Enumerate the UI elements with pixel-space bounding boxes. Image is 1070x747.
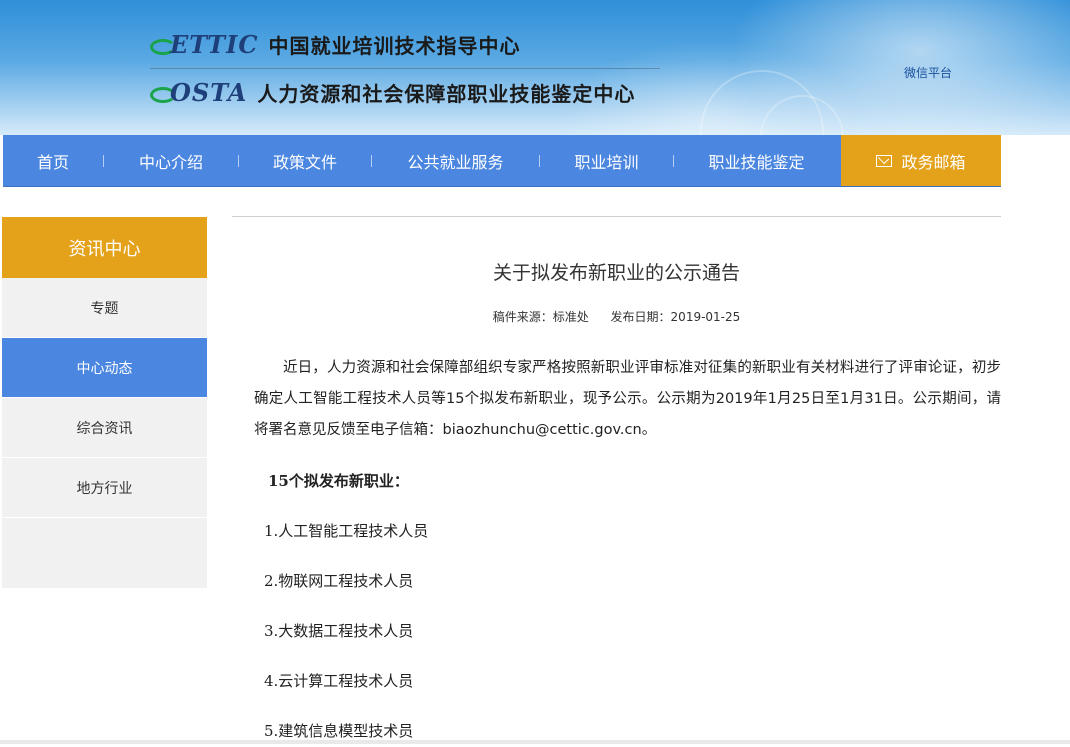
cettic-logo-mark: ETTIC — [150, 30, 258, 59]
osta-logo[interactable]: OSTA 人力资源和社会保障部职业技能鉴定中心 — [150, 78, 635, 107]
nav-home[interactable]: 首页 — [3, 149, 103, 173]
list-item: 1.人工智能工程技术人员 — [264, 522, 429, 540]
list-heading: 15个拟发布新职业： — [268, 472, 409, 490]
cettic-logo-title: 中国就业培训技术指导中心 — [268, 34, 521, 58]
nav-about[interactable]: 中心介绍 — [104, 149, 238, 173]
site-header: ETTIC 中国就业培训技术指导中心 OSTA 人力资源和社会保障部职业技能鉴定… — [0, 0, 1070, 135]
nav-employment-service[interactable]: 公共就业服务 — [372, 149, 539, 173]
logo-divider — [150, 68, 660, 69]
article-meta: 稿件来源：标准处 发布日期：2019-01-25 — [232, 308, 1001, 325]
list-item: 2.物联网工程技术人员 — [264, 572, 414, 590]
article-title: 关于拟发布新职业的公示通告 — [492, 262, 740, 284]
nav-policy[interactable]: 政策文件 — [239, 149, 371, 173]
horizontal-scrollbar[interactable] — [0, 740, 1070, 744]
list-item: 3.大数据工程技术人员 — [264, 622, 414, 640]
nav-gov-mail-button[interactable]: 政务邮箱 — [841, 135, 1001, 186]
nav-skill-appraisal[interactable]: 职业技能鉴定 — [674, 149, 839, 173]
sidebar-item-center-news[interactable]: 中心动态 — [2, 338, 207, 398]
sidebar: 资讯中心 专题 中心动态 综合资讯 地方行业 — [2, 217, 207, 588]
nav-training[interactable]: 职业培训 — [540, 149, 673, 173]
wechat-link[interactable]: 微信平台 — [904, 64, 952, 81]
content-divider — [232, 216, 1001, 217]
osta-logo-mark: OSTA — [150, 78, 247, 107]
sidebar-title: 资讯中心 — [2, 217, 207, 278]
sidebar-item-topics[interactable]: 专题 — [2, 278, 207, 338]
list-item: 4.云计算工程技术人员 — [264, 672, 414, 690]
sidebar-filler — [2, 518, 207, 588]
article-source: 稿件来源：标准处 — [492, 310, 589, 324]
sidebar-item-general-news[interactable]: 综合资讯 — [2, 398, 207, 458]
article-container: 关于拟发布新职业的公示通告 稿件来源：标准处 发布日期：2019-01-25 近… — [232, 216, 1001, 747]
article-paragraph: 近日，人力资源和社会保障部组织专家严格按照新职业评审标准对征集的新职业有关材料进… — [254, 360, 1001, 438]
gov-mail-label: 政务邮箱 — [901, 152, 966, 172]
article-date: 发布日期：2019-01-25 — [610, 310, 741, 324]
osta-logo-title: 人力资源和社会保障部职业技能鉴定中心 — [257, 82, 636, 106]
sidebar-item-local-industry[interactable]: 地方行业 — [2, 458, 207, 518]
cettic-logo[interactable]: ETTIC 中国就业培训技术指导中心 — [150, 30, 520, 59]
article-body: 近日，人力资源和社会保障部组织专家严格按照新职业评审标准对征集的新职业有关材料进… — [232, 353, 1001, 747]
mail-icon — [876, 154, 893, 167]
main-nav: 首页 中心介绍 政策文件 公共就业服务 职业培训 职业技能鉴定 政务邮箱 — [3, 135, 1001, 187]
